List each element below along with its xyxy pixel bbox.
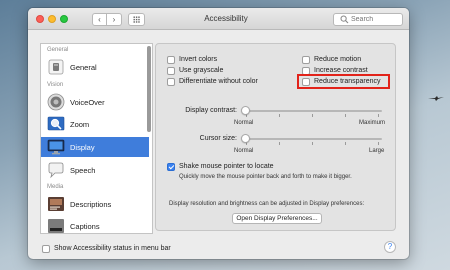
search-icon: [340, 15, 349, 24]
captions-icon: [48, 219, 64, 233]
use-grayscale-label: Use grayscale: [179, 67, 224, 74]
general-icon: [48, 59, 64, 75]
differentiate-without-color-label: Differentiate without color: [179, 78, 258, 85]
slider-tick: [345, 142, 346, 145]
sidebar-item-label: Descriptions: [70, 200, 112, 209]
cursor-size-track[interactable]: [242, 138, 382, 140]
display-contrast-slider-knob[interactable]: [241, 106, 250, 115]
use-grayscale-checkbox[interactable]: [167, 67, 175, 75]
display-icon: [47, 139, 65, 155]
sidebar-item-captions[interactable]: Captions: [41, 216, 149, 233]
reduce-motion-label: Reduce motion: [314, 56, 362, 63]
sidebar[interactable]: General General Vision VoiceOver Zoom Di…: [40, 43, 153, 234]
chevron-left-icon: ‹: [98, 15, 101, 24]
sidebar-scrollbar[interactable]: [147, 46, 151, 132]
sidebar-section-header: Media: [47, 184, 64, 190]
sidebar-item-descriptions[interactable]: Descriptions: [41, 194, 149, 214]
sidebar-item-label: General: [70, 63, 97, 72]
show-status-checkbox[interactable]: [42, 245, 50, 253]
contrast-max-label: Maximum: [359, 120, 386, 126]
descriptions-icon: [48, 197, 64, 211]
open-display-preferences-button[interactable]: Open Display Preferences...: [232, 213, 322, 224]
slider-tick: [378, 114, 379, 117]
show-status-label: Show Accessibility status in menu bar: [54, 245, 171, 252]
contrast-min-label: Normal: [234, 120, 254, 126]
show-all-button[interactable]: [128, 13, 145, 26]
sidebar-item-label: Captions: [70, 222, 100, 231]
minimize-button[interactable]: [48, 15, 56, 23]
search-input[interactable]: [351, 15, 401, 24]
back-button[interactable]: ‹: [92, 13, 107, 26]
slider-tick: [345, 114, 346, 117]
sidebar-item-speech[interactable]: Speech: [41, 160, 149, 180]
display-contrast-track[interactable]: [242, 110, 382, 112]
sidebar-item-display[interactable]: Display: [41, 137, 149, 157]
window-title: Accessibility: [204, 14, 248, 23]
zoom-button[interactable]: [60, 15, 68, 23]
zoom-icon: [47, 116, 65, 131]
annotation-highlight-box: [297, 74, 390, 89]
accessibility-window: ‹ › Accessibility General General Vision: [28, 8, 409, 259]
sidebar-item-label: Zoom: [70, 120, 90, 129]
title-bar: ‹ › Accessibility: [28, 8, 409, 30]
cursor-size-slider-knob[interactable]: [241, 134, 250, 143]
reduce-motion-checkbox[interactable]: [302, 56, 310, 64]
shake-pointer-checkbox[interactable]: [167, 163, 175, 171]
sidebar-item-label: Speech: [70, 166, 96, 175]
speech-icon: [48, 162, 64, 179]
differentiate-without-color-checkbox[interactable]: [167, 78, 175, 86]
slider-tick: [279, 114, 280, 117]
sidebar-item-general[interactable]: General: [41, 57, 149, 77]
shake-pointer-label: Shake mouse pointer to locate: [179, 163, 274, 170]
sidebar-item-label: VoiceOver: [70, 98, 105, 107]
display-settings-panel: Invert colors Use grayscale Differentiat…: [155, 43, 396, 231]
invert-colors-label: Invert colors: [179, 56, 218, 63]
increase-contrast-label: Increase contrast: [314, 67, 368, 74]
sidebar-item-label: Display: [70, 143, 95, 152]
forward-button[interactable]: ›: [107, 13, 122, 26]
sidebar-section-header: General: [47, 47, 69, 53]
cursor-min-label: Normal: [234, 148, 254, 154]
slider-tick: [378, 142, 379, 145]
search-field[interactable]: [333, 13, 403, 26]
display-contrast-label: Display contrast:: [185, 107, 237, 114]
sidebar-item-zoom[interactable]: Zoom: [41, 114, 149, 134]
cursor-size-label: Cursor size:: [199, 135, 237, 142]
grid-icon: [133, 16, 140, 23]
help-icon: ?: [387, 242, 393, 251]
shake-pointer-hint: Quickly move the mouse pointer back and …: [179, 174, 352, 180]
invert-colors-checkbox[interactable]: [167, 56, 175, 64]
chevron-right-icon: ›: [112, 15, 116, 24]
slider-tick: [312, 114, 313, 117]
sidebar-item-voiceover[interactable]: VoiceOver: [41, 92, 149, 112]
help-button[interactable]: ?: [384, 241, 396, 253]
cursor-max-label: Large: [369, 148, 385, 154]
close-button[interactable]: [36, 15, 44, 23]
resolution-note: Display resolution and brightness can be…: [169, 201, 365, 207]
slider-tick: [312, 142, 313, 145]
voiceover-icon: [47, 93, 65, 111]
bird-silhouette: [428, 96, 444, 101]
sidebar-section-header: Vision: [47, 82, 64, 88]
slider-tick: [279, 142, 280, 145]
